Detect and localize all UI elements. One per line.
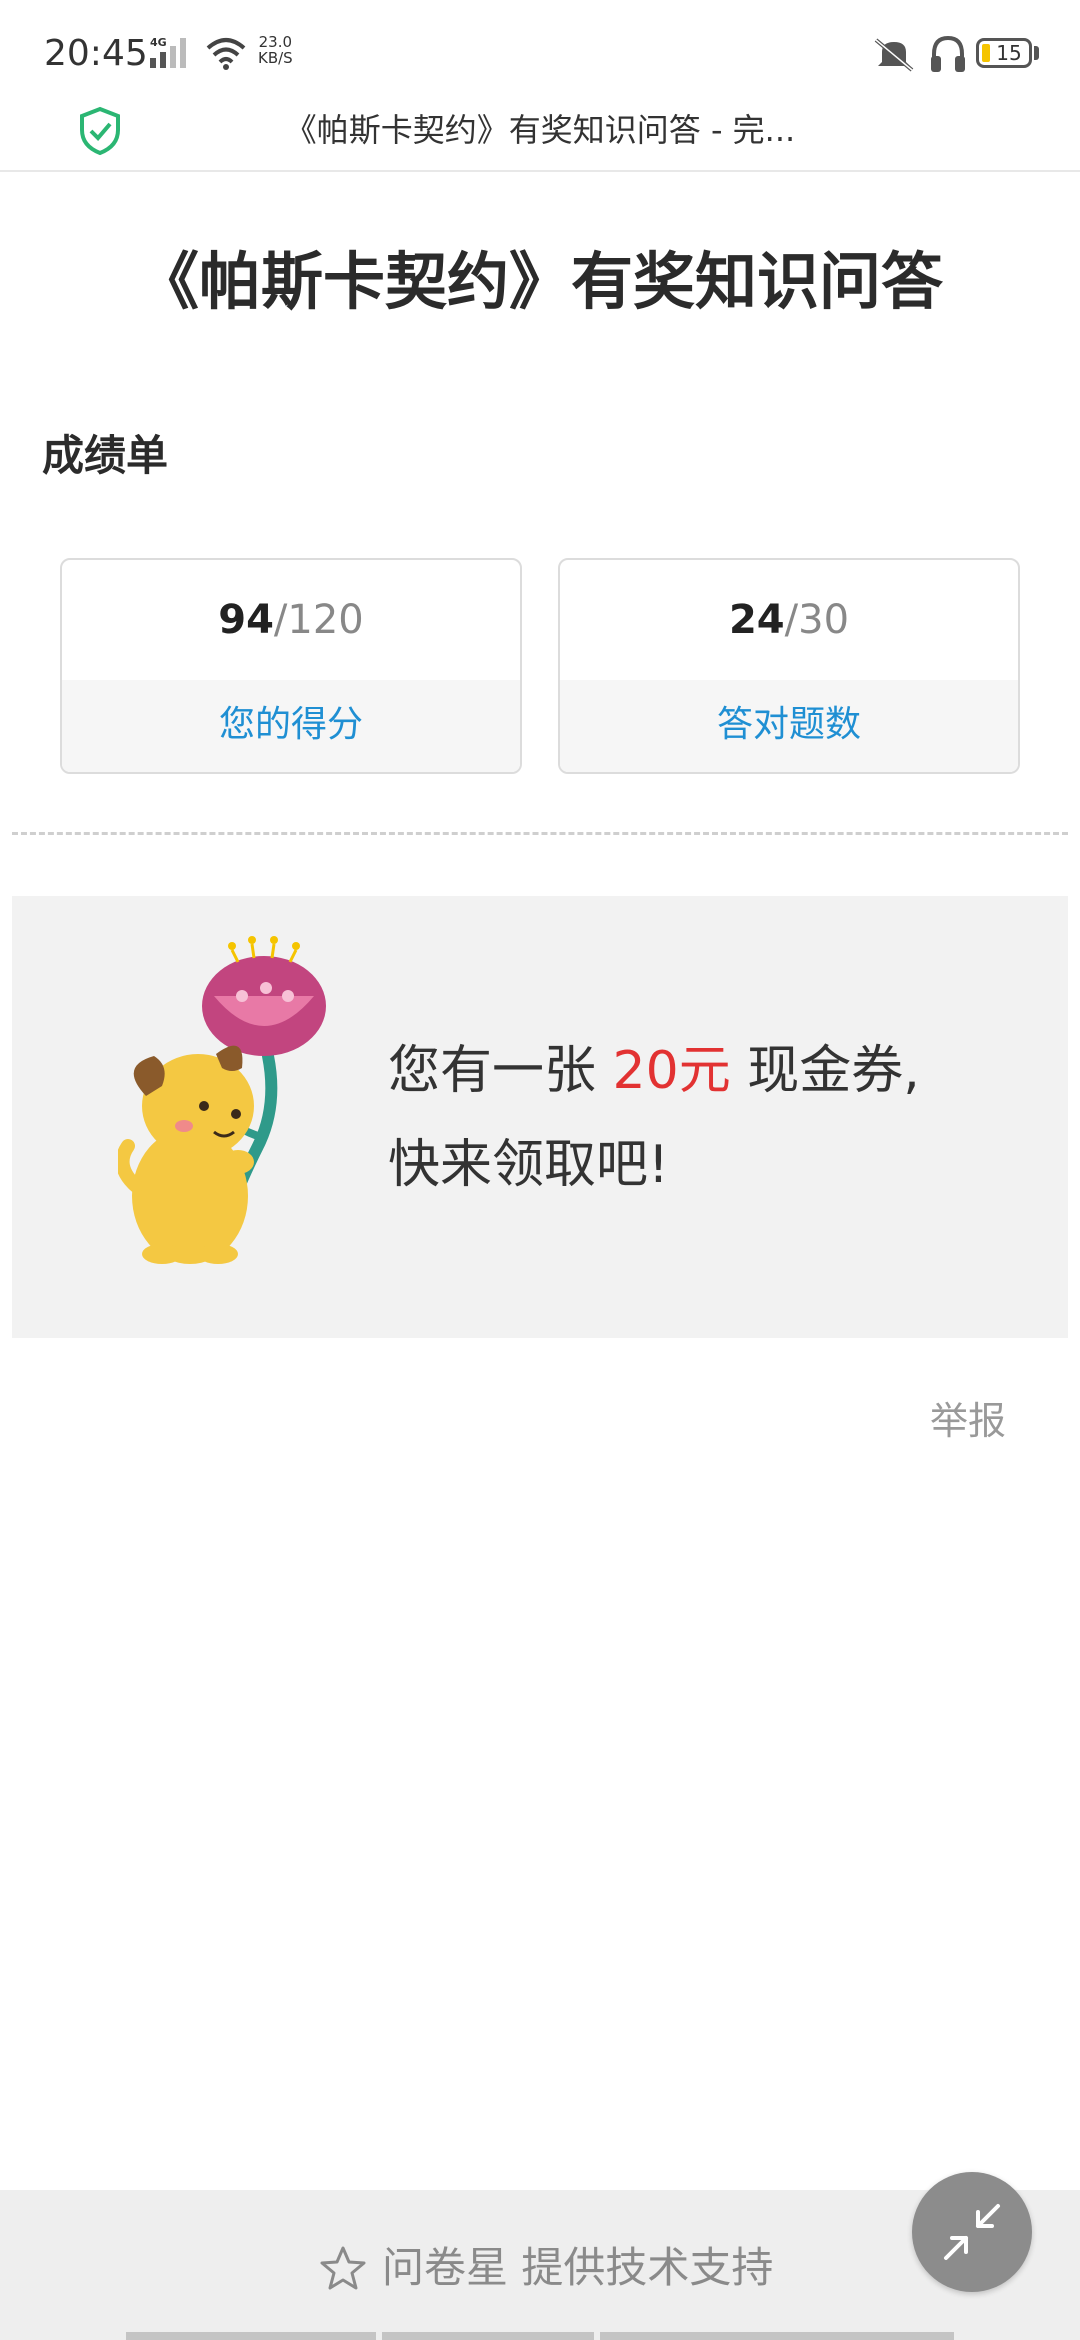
browser-title-bar: 《帕斯卡契约》有奖知识问答 - 完... — [0, 100, 1080, 172]
page-title: 《帕斯卡契约》有奖知识问答 - 完... — [284, 111, 796, 149]
dashed-divider — [12, 832, 1068, 835]
shield-check-icon[interactable] — [78, 106, 122, 160]
survey-title: 《帕斯卡契约》有奖知识问答 — [136, 245, 943, 318]
network-type-label: 4G — [150, 36, 167, 49]
coupon-message-line2: 快来领取吧! — [388, 1135, 669, 1195]
star-outline-icon — [318, 2244, 368, 2298]
score-label: 您的得分 — [62, 680, 520, 772]
correct-count-value: 24/30 — [560, 560, 1018, 680]
footer-credit: 问卷星 提供技术支持 — [382, 2243, 774, 2292]
wifi-icon — [204, 36, 248, 74]
footer-tab — [600, 2332, 954, 2340]
report-link[interactable]: 举报 — [930, 1396, 1006, 1446]
footer-tab — [382, 2332, 594, 2340]
score-card: 94/120 您的得分 — [60, 558, 522, 774]
mute-icon — [872, 36, 916, 76]
collapse-arrows-icon — [944, 2204, 1000, 2260]
footer-tab — [126, 2332, 376, 2340]
correct-count-card: 24/30 答对题数 — [558, 558, 1020, 774]
coupon-amount: 20元 — [612, 1041, 731, 1101]
network-speed-unit: KB/S — [258, 49, 293, 67]
headset-icon — [928, 34, 968, 78]
correct-count-label: 答对题数 — [560, 680, 1018, 772]
dog-with-flower-illustration — [115, 936, 348, 1280]
coupon-banner[interactable]: 您有一张 20元 现金券, 快来领取吧! — [12, 896, 1068, 1338]
signal-icon: 4G — [148, 36, 194, 74]
battery-fill — [982, 44, 990, 62]
battery-icon: 15 — [976, 38, 1032, 68]
coupon-prefix: 您有一张 — [388, 1041, 613, 1101]
network-speed: 23.0 KB/S — [258, 34, 293, 66]
coupon-suffix: 现金券, — [730, 1041, 920, 1101]
correct-count-number: 24 — [728, 597, 785, 643]
score-number: 94 — [218, 597, 274, 643]
status-time: 20:45 — [44, 33, 148, 74]
correct-count-total: /30 — [784, 597, 850, 643]
battery-tip — [1034, 46, 1039, 60]
score-total: /120 — [273, 597, 364, 643]
coupon-message-line1: 您有一张 20元 现金券, — [388, 1036, 920, 1106]
scorecard-heading: 成绩单 — [42, 431, 169, 480]
collapse-button[interactable] — [912, 2172, 1032, 2292]
battery-level: 15 — [996, 41, 1022, 65]
score-value: 94/120 — [62, 560, 520, 680]
footer-tab-strip — [126, 2332, 954, 2340]
status-bar: 20:45 4G 23.0 KB/S 15 — [0, 0, 1080, 100]
